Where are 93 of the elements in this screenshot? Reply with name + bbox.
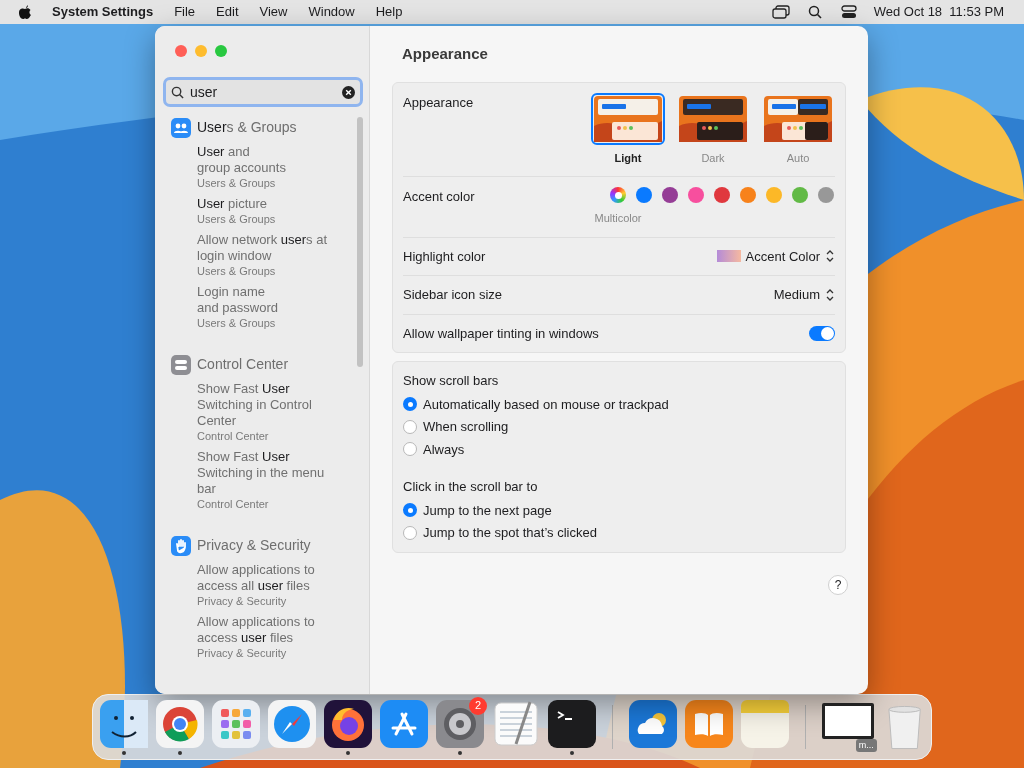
search-icon: [171, 86, 184, 99]
gear-icon[interactable]: [436, 699, 484, 748]
menu-item[interactable]: Edit: [216, 2, 239, 22]
radio-label[interactable]: Jump to the spot that’s clicked: [423, 523, 597, 543]
people-icon: [171, 117, 191, 138]
toggle-switch[interactable]: [809, 325, 835, 341]
help-button[interactable]: ?: [828, 574, 848, 595]
result-section: Users & Groups: [197, 264, 357, 278]
radio-label[interactable]: When scrolling: [423, 417, 509, 437]
browser-icon[interactable]: [156, 699, 204, 748]
color-swatch[interactable]: [818, 187, 834, 203]
menu-item[interactable]: Window: [308, 2, 355, 22]
clear-icon[interactable]: [342, 86, 355, 99]
color-swatch[interactable]: [610, 187, 626, 203]
search-result[interactable]: User and group accounts: [197, 144, 339, 176]
search-result[interactable]: Allow network users at login window: [197, 232, 339, 264]
result-section: Control Center: [197, 429, 357, 443]
face-icon[interactable]: [100, 699, 148, 748]
color-name: Multicolor: [594, 211, 642, 226]
radio-label[interactable]: Jump to the next page: [423, 500, 552, 520]
radio-button[interactable]: [403, 525, 417, 540]
book-icon[interactable]: [685, 699, 733, 748]
appearance-thumbnail: [679, 95, 747, 142]
option-label: Light: [614, 150, 642, 166]
result-section: Users & Groups: [197, 212, 357, 226]
radio-label[interactable]: Automatically based on mouse or trackpad: [423, 394, 669, 414]
radio-button[interactable]: [403, 419, 417, 434]
row-label: Highlight color: [403, 247, 486, 266]
result-section: Users & Groups: [197, 316, 357, 330]
search-field[interactable]: user: [163, 77, 363, 107]
notification-badge: 2: [469, 696, 487, 715]
fox-icon[interactable]: [324, 699, 372, 748]
result-section: Users & Groups: [197, 176, 357, 190]
search-result[interactable]: Login name and password: [197, 284, 339, 316]
close-button[interactable]: [175, 45, 187, 57]
notepad-icon[interactable]: [741, 699, 789, 748]
group-title: Click in the scroll bar to: [403, 478, 539, 496]
control-center-icon[interactable]: [840, 5, 857, 19]
result-section: Privacy & Security: [197, 594, 357, 608]
radio-button[interactable]: [403, 397, 417, 412]
size-popup[interactable]: Medium: [773, 285, 820, 305]
app-store-icon[interactable]: [380, 699, 428, 748]
color-swatch[interactable]: [688, 187, 704, 203]
menu-item[interactable]: File: [174, 2, 196, 22]
window-thumbnail[interactable]: [821, 703, 874, 739]
search-result[interactable]: Allow applications to access all user files: [197, 562, 339, 594]
appearance-thumbnail: [594, 95, 662, 142]
category-title[interactable]: Privacy & Security: [197, 535, 311, 556]
color-swatch[interactable]: [636, 187, 652, 203]
row-label: Sidebar icon size: [403, 286, 502, 304]
apple-icon[interactable]: [18, 4, 32, 20]
row-label: Allow wallpaper tinting in windows: [403, 324, 599, 343]
clock[interactable]: Wed Oct 18 11:53 PM: [873, 2, 1004, 22]
color-swatch[interactable]: [740, 187, 756, 203]
row-label: Appearance: [403, 93, 474, 112]
category-title[interactable]: Users & Groups: [197, 117, 297, 138]
category-title[interactable]: Control Center: [197, 354, 289, 375]
cloud-icon[interactable]: [629, 699, 677, 748]
appearance-thumbnail: [764, 95, 832, 142]
option-label: Dark: [701, 150, 725, 166]
stepper-icon[interactable]: [825, 287, 835, 302]
highlight-popup[interactable]: Accent Color: [745, 246, 820, 266]
stepper-icon[interactable]: [825, 249, 835, 264]
color-swatch[interactable]: [662, 187, 678, 203]
grid-icon[interactable]: [212, 699, 260, 748]
menu-item[interactable]: Help: [375, 2, 403, 22]
scrollbar[interactable]: [357, 117, 363, 367]
color-swatch[interactable]: [714, 187, 730, 203]
option-label: Auto: [786, 150, 810, 166]
search-result[interactable]: Show Fast User Switching in Control Center: [197, 381, 339, 429]
color-swatch[interactable]: [792, 187, 808, 203]
group-title: Show scroll bars: [403, 372, 500, 390]
hand-icon: [171, 535, 191, 556]
row-label: Accent color: [403, 188, 475, 206]
app-menu[interactable]: System Settings: [52, 2, 154, 22]
result-section: Control Center: [197, 497, 357, 511]
radio-button[interactable]: [403, 442, 417, 457]
windows-icon[interactable]: [771, 5, 790, 19]
notepad-icon[interactable]: [492, 699, 540, 748]
search-result[interactable]: Show Fast User Switching in the menu bar: [197, 449, 339, 497]
toggles-icon: [171, 354, 191, 375]
color-swatch[interactable]: [766, 187, 782, 203]
color-preview: [716, 250, 741, 263]
compass-icon[interactable]: [268, 699, 316, 748]
menu-item[interactable]: View: [259, 2, 288, 22]
terminal-icon[interactable]: [548, 699, 596, 748]
search-icon[interactable]: [807, 5, 822, 19]
search-result[interactable]: Allow applications to access user files: [197, 614, 339, 646]
radio-button[interactable]: [403, 503, 417, 518]
radio-label[interactable]: Always: [423, 439, 465, 459]
result-section: Privacy & Security: [197, 646, 357, 660]
page-title: Appearance: [402, 44, 489, 64]
search-result[interactable]: User picture: [197, 196, 339, 212]
